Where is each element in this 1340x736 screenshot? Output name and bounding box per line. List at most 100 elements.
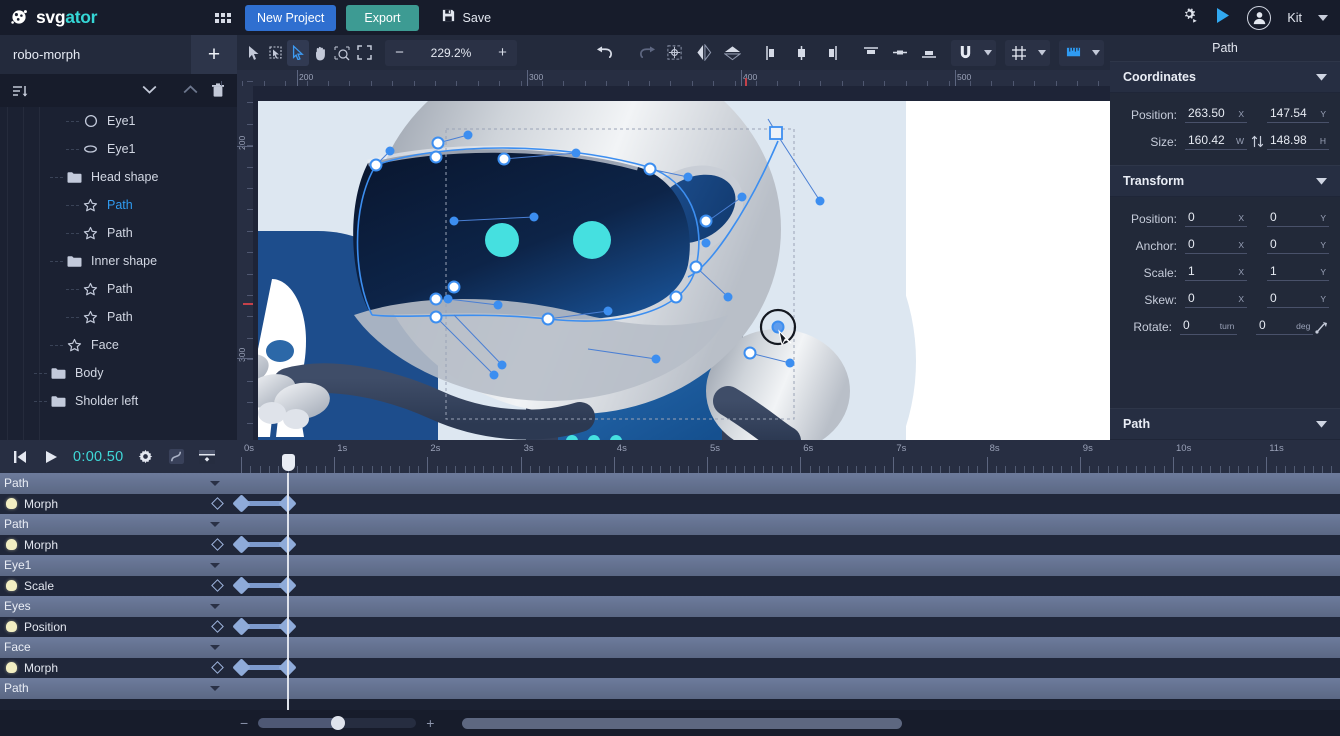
layer-row-inner-shape[interactable]: Inner shape — [0, 247, 237, 275]
timeline-group-row[interactable]: Path — [0, 473, 1340, 494]
timeline-property-row[interactable]: Morph — [0, 534, 1340, 556]
caret-down-icon[interactable] — [210, 603, 220, 609]
easing-curve-icon[interactable] — [162, 444, 190, 470]
size-width-input[interactable]: 160.42 W — [1185, 133, 1247, 150]
track-name-cell[interactable]: Path — [0, 514, 232, 535]
layer-row-path[interactable]: Path — [0, 275, 237, 303]
anchor-center-icon[interactable] — [661, 40, 688, 66]
track-name-cell[interactable]: Eye1 — [0, 555, 232, 576]
layer-row-head-shape[interactable]: Head shape — [0, 163, 237, 191]
position-y-input[interactable]: 147.54 Y — [1267, 106, 1329, 123]
track-lane[interactable] — [231, 535, 1340, 556]
bulb-icon[interactable] — [6, 580, 17, 592]
transform-box-tool[interactable] — [265, 40, 287, 66]
track-name-cell[interactable]: Scale — [0, 576, 232, 597]
transform-y-input[interactable]: 0 deg — [1255, 318, 1314, 335]
track-name-cell[interactable]: Path — [0, 678, 232, 699]
position-x-input[interactable]: 263.50 X — [1185, 106, 1247, 123]
caret-down-icon[interactable] — [210, 521, 220, 527]
transform-y-input[interactable]: 1Y — [1267, 264, 1329, 281]
zoom-out-button[interactable]: − — [385, 40, 414, 66]
track-name-cell[interactable]: Morph — [0, 494, 232, 515]
transform-y-input[interactable]: 0Y — [1267, 210, 1329, 227]
layer-row-face[interactable]: Face — [0, 331, 237, 359]
transform-y-input[interactable]: 0Y — [1267, 291, 1329, 308]
timeline-zoom-in-button[interactable]: + — [426, 715, 434, 731]
transform-section-header[interactable]: Transform — [1110, 165, 1340, 197]
track-name-cell[interactable]: Path — [0, 473, 232, 494]
track-lane[interactable] — [232, 514, 1340, 535]
bulb-icon[interactable] — [6, 662, 17, 674]
grid-apps-icon[interactable] — [215, 12, 231, 23]
caret-down-icon[interactable] — [210, 644, 220, 650]
current-time-display[interactable]: 0:00.50 — [68, 449, 128, 465]
app-logo[interactable]: svgator — [0, 7, 215, 28]
transform-x-input[interactable]: 0X — [1185, 210, 1247, 227]
track-name-cell[interactable]: Morph — [0, 535, 232, 556]
robot-illustration[interactable] — [258, 101, 1110, 440]
timeline-property-row[interactable]: Position — [0, 616, 1340, 637]
timeline-property-row[interactable]: Morph — [0, 493, 1340, 515]
zoom-in-button[interactable]: + — [488, 40, 517, 66]
layer-row-path[interactable]: Path — [0, 191, 237, 219]
playhead-handle[interactable] — [281, 454, 295, 471]
layer-tree[interactable]: Eye1 Eye1 Head shape Path Path Inner shape Pat… — [0, 107, 237, 440]
expand-all-icon[interactable] — [183, 84, 198, 97]
track-lane[interactable] — [232, 678, 1340, 699]
artboard[interactable] — [258, 101, 1110, 440]
keyframe-diamond-icon[interactable] — [211, 620, 224, 634]
timeline-group-row[interactable]: Eyes — [0, 596, 1340, 617]
layer-row-eye1[interactable]: Eye1 — [0, 135, 237, 163]
gear-run-icon[interactable] — [1181, 6, 1199, 29]
vertical-ruler[interactable]: 200 300 — [237, 81, 253, 446]
align-bottom-icon[interactable] — [915, 40, 942, 66]
hand-pan-tool[interactable] — [309, 40, 331, 66]
layer-row-body[interactable]: Body — [0, 359, 237, 387]
play-icon[interactable] — [37, 444, 65, 470]
caret-down-icon[interactable] — [210, 685, 220, 691]
ruler-icon[interactable] — [1059, 40, 1087, 66]
caret-down-icon[interactable] — [210, 562, 220, 568]
transform-x-input[interactable]: 0 turn — [1180, 318, 1238, 335]
flip-vertical-icon[interactable] — [719, 40, 746, 66]
horizontal-ruler[interactable]: 200 300 400 500 — [221, 70, 1110, 86]
snap-dropdown-caret-icon[interactable] — [979, 40, 996, 66]
timeline-horizontal-scrollbar[interactable] — [462, 717, 903, 729]
align-middle-v-icon[interactable] — [886, 40, 913, 66]
collapse-all-icon[interactable] — [142, 85, 157, 97]
timeline-group-row[interactable]: Path — [0, 678, 1340, 699]
zoom-level-value[interactable]: 229.2% — [414, 46, 488, 60]
timeline-group-row[interactable]: Face — [0, 637, 1340, 658]
layer-row-path[interactable]: Path — [0, 303, 237, 331]
fit-screen-tool[interactable] — [353, 40, 375, 66]
bulb-icon[interactable] — [6, 498, 17, 510]
track-lane[interactable] — [231, 658, 1340, 679]
trash-icon[interactable] — [211, 83, 225, 98]
new-project-button[interactable]: New Project — [245, 4, 337, 31]
track-lane[interactable] — [232, 637, 1340, 658]
align-left-icon[interactable] — [759, 40, 786, 66]
keyframe-diamond-icon[interactable] — [211, 538, 224, 552]
save-button[interactable]: Save — [441, 8, 491, 28]
link-ratio-icon[interactable] — [1247, 135, 1267, 148]
transform-x-input[interactable]: 1X — [1185, 264, 1247, 281]
keyframe-diamond-icon[interactable] — [211, 579, 224, 593]
flip-horizontal-icon[interactable] — [690, 40, 717, 66]
transform-y-input[interactable]: 0Y — [1267, 237, 1329, 254]
grid-icon[interactable] — [1005, 40, 1033, 66]
track-lane[interactable] — [231, 494, 1340, 515]
timeline-group-row[interactable]: Path — [0, 514, 1340, 535]
path-section-header[interactable]: Path — [1110, 408, 1340, 440]
timeline-property-row[interactable]: Scale — [0, 575, 1340, 597]
timeline-ruler[interactable]: 0s 1s 2s 3s 4s 5s 6s 7s 8s 9s 10s 11s — [232, 440, 1340, 473]
magnet-snap-icon[interactable] — [951, 40, 979, 66]
caret-down-icon[interactable] — [1316, 68, 1327, 86]
bulb-icon[interactable] — [6, 621, 17, 633]
export-button[interactable]: Export — [346, 4, 419, 31]
timeline-property-row[interactable]: Morph — [0, 657, 1340, 679]
size-height-input[interactable]: 148.98 H — [1267, 133, 1329, 150]
timeline-tracks[interactable]: Path Morph Path Morph Eye1 Scale Eyes Position F… — [0, 473, 1340, 710]
add-layer-button[interactable]: + — [191, 35, 237, 74]
keyframe-editor-icon[interactable] — [193, 444, 221, 470]
rotate-handle-icon[interactable] — [1313, 320, 1330, 334]
